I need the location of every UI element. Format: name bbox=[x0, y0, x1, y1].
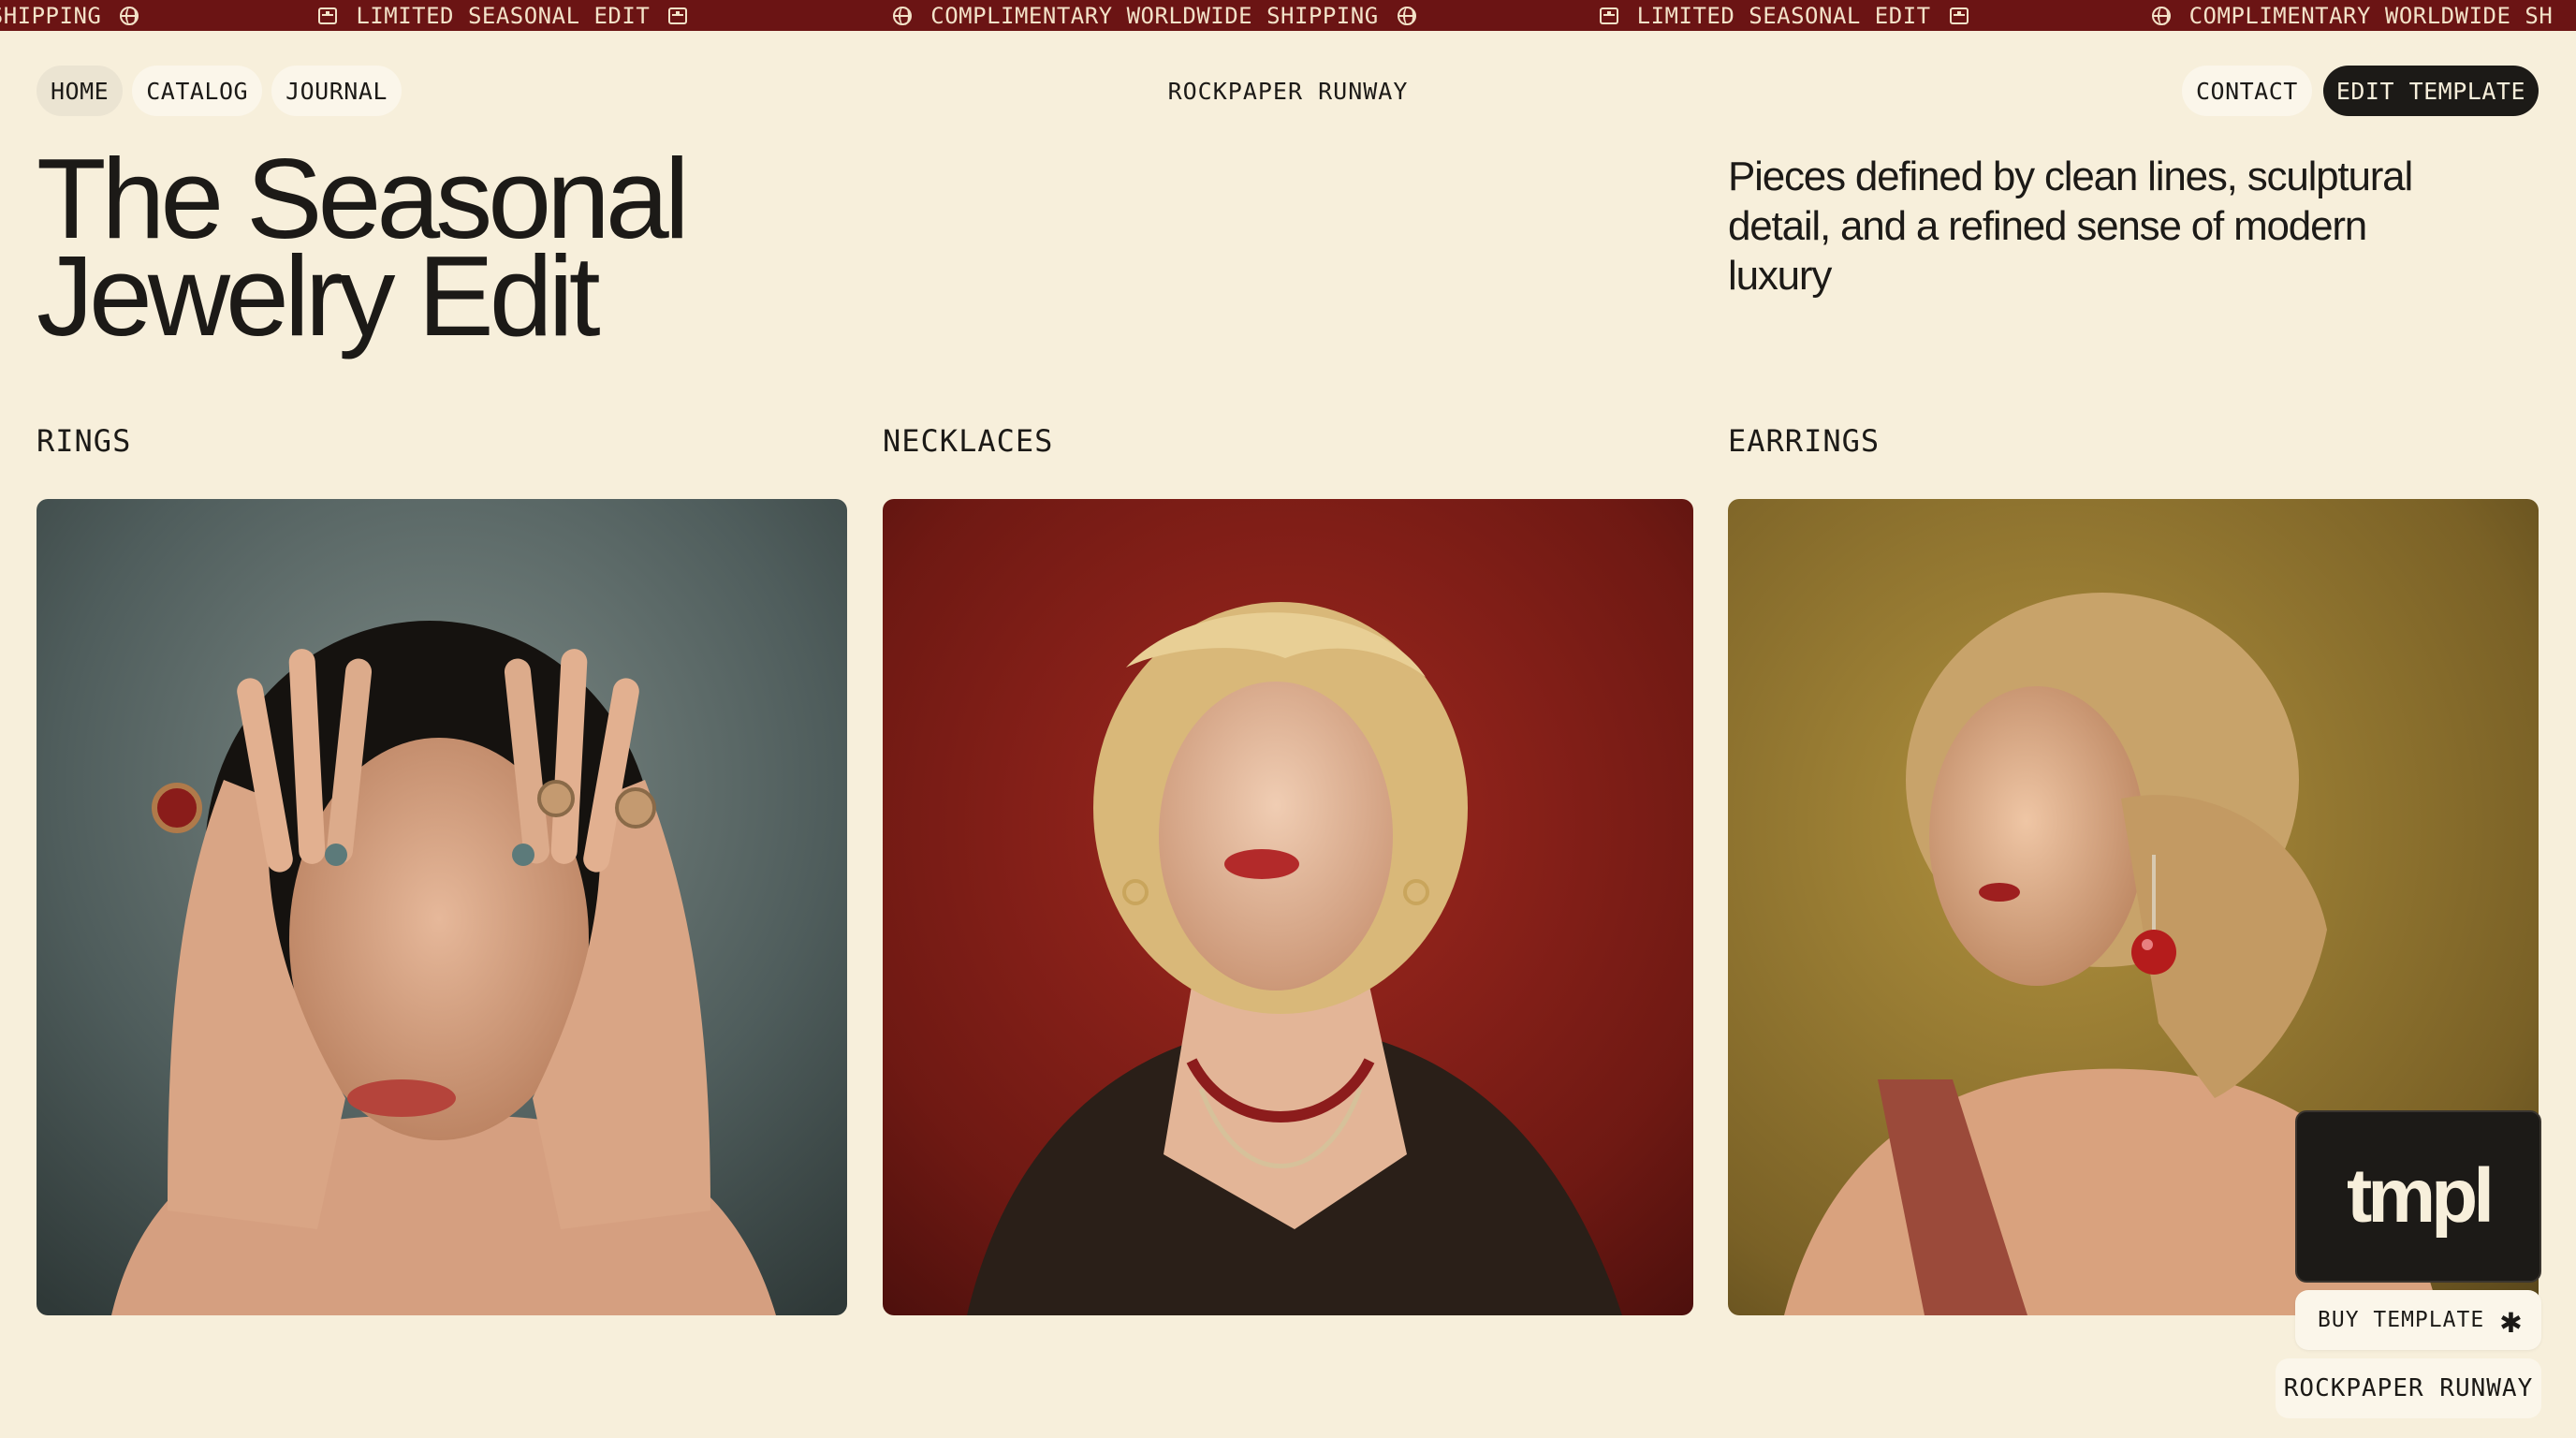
marquee-item: LIMITED SEASONAL EDIT bbox=[1457, 3, 2010, 29]
contact-button[interactable]: CONTACT bbox=[2181, 66, 2312, 116]
box-icon bbox=[1599, 7, 1618, 24]
globe-icon bbox=[2151, 6, 2171, 25]
buy-template-button[interactable]: BUY TEMPLATE ✱ bbox=[2295, 1290, 2541, 1350]
marquee-item: WIDE SHIPPING bbox=[0, 3, 180, 29]
template-logo-badge[interactable]: tmpl bbox=[2295, 1110, 2541, 1283]
asterisk-icon: ✱ bbox=[2500, 1299, 2523, 1341]
marquee-item: COMPLIMENTARY WORLDWIDE SHIPPING bbox=[728, 3, 1456, 29]
nav-journal[interactable]: JOURNAL bbox=[271, 66, 402, 116]
made-by-badge[interactable]: ROCKPAPER RUNWAY bbox=[2276, 1358, 2541, 1418]
announcement-marquee: WIDE SHIPPING LIMITED SEASONAL EDIT COMP… bbox=[0, 0, 2576, 31]
hero-subtitle: Pieces defined by clean lines, sculptura… bbox=[1728, 152, 2477, 301]
marquee-text: LIMITED SEASONAL EDIT bbox=[1636, 2, 1931, 29]
box-icon bbox=[668, 7, 688, 24]
buy-template-label: BUY TEMPLATE bbox=[2318, 1308, 2485, 1332]
rings-model-image bbox=[37, 499, 847, 1315]
globe-icon bbox=[1397, 6, 1416, 25]
necklaces-model-image bbox=[883, 499, 1693, 1315]
marquee-text: LIMITED SEASONAL EDIT bbox=[356, 2, 651, 29]
globe-icon bbox=[120, 6, 139, 25]
page-title: The Seasonal Jewelry Edit bbox=[37, 141, 879, 360]
brand-logo-link[interactable]: ROCKPAPER RUNWAY bbox=[936, 66, 1640, 116]
nav-home[interactable]: HOME bbox=[37, 66, 124, 116]
hero-subtitle-line: Pieces defined by clean lines, sculptura… bbox=[1728, 154, 2413, 199]
box-icon bbox=[318, 7, 338, 24]
marquee-item: LIMITED SEASONAL EDIT bbox=[180, 3, 728, 29]
category-label-rings[interactable]: RINGS bbox=[37, 423, 131, 459]
marquee-text: COMPLIMENTARY WORLDWIDE SHIPPING bbox=[930, 2, 1379, 29]
category-card-rings[interactable] bbox=[37, 499, 847, 1315]
marquee-item: COMPLIMENTARY WORLDWIDE SH bbox=[2010, 3, 2554, 29]
marquee-text: COMPLIMENTARY WORLDWIDE SH bbox=[2188, 2, 2554, 29]
category-label-necklaces[interactable]: NECKLACES bbox=[883, 423, 1053, 459]
box-icon bbox=[1949, 7, 1969, 24]
marquee-text: WIDE SHIPPING bbox=[0, 2, 102, 29]
page-title-line: Jewelry Edit bbox=[37, 232, 601, 360]
globe-icon bbox=[893, 6, 913, 25]
nav-catalog[interactable]: CATALOG bbox=[132, 66, 263, 116]
edit-template-button[interactable]: EDIT TEMPLATE bbox=[2322, 66, 2539, 116]
hero-subtitle-line: detail, and a refined sense of modern lu… bbox=[1728, 203, 2367, 299]
category-label-earrings[interactable]: EARRINGS bbox=[1728, 423, 1880, 459]
secondary-nav: CONTACT EDIT TEMPLATE bbox=[2181, 66, 2539, 116]
category-card-necklaces[interactable] bbox=[883, 499, 1693, 1315]
primary-nav: HOME CATALOG JOURNAL bbox=[37, 66, 402, 116]
